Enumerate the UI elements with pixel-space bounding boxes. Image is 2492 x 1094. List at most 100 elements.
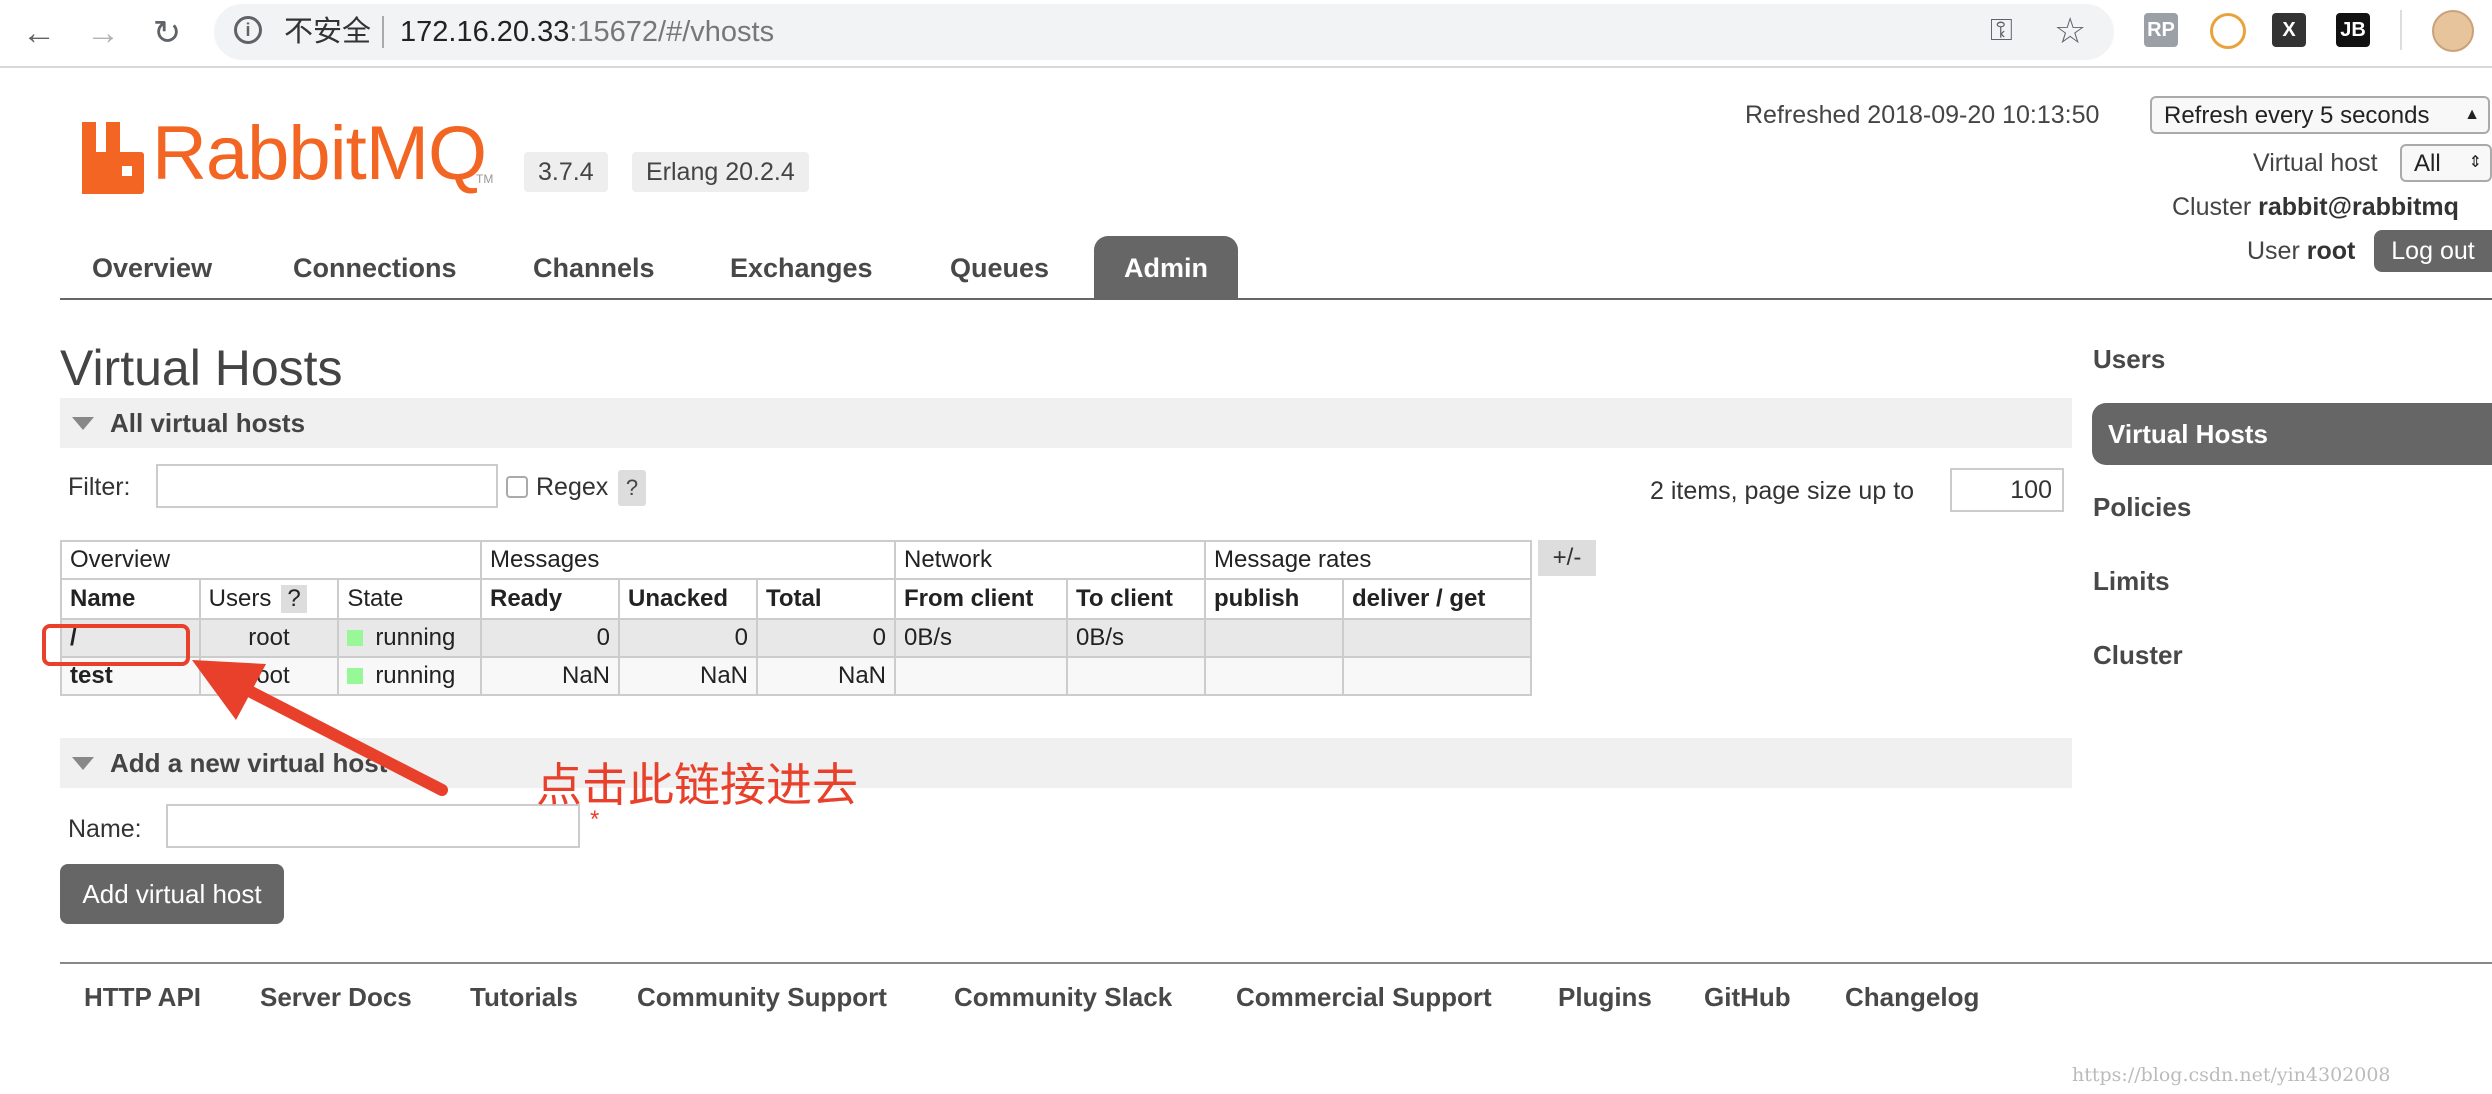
add-virtual-host-button[interactable]: Add virtual host xyxy=(60,864,284,924)
filter-input[interactable] xyxy=(156,464,498,508)
version-badge: 3.7.4 xyxy=(524,152,608,192)
collapse-triangle-icon xyxy=(72,757,94,770)
running-status-icon xyxy=(347,630,364,646)
group-message-rates: Message rates xyxy=(1204,540,1532,580)
sidebar-item-policies[interactable]: Policies xyxy=(2093,492,2191,522)
sidebar-item-label: Virtual Hosts xyxy=(2108,419,2268,449)
footer-divider xyxy=(60,962,2492,964)
group-overview: Overview xyxy=(60,540,482,580)
watermark: https://blog.csdn.net/yin4302008 xyxy=(2072,1064,2391,1086)
avatar[interactable] xyxy=(2432,10,2474,52)
col-publish[interactable]: publish xyxy=(1204,578,1344,620)
cell-from-client: 0B/s xyxy=(894,618,1068,658)
table-group-header: Overview Messages Network Message rates xyxy=(60,540,1532,580)
red-arrow-icon xyxy=(192,660,448,796)
refreshed-label: Refreshed 2018-09-20 10:13:50 xyxy=(1745,101,2100,129)
divider xyxy=(382,16,384,48)
sidebar-item-cluster[interactable]: Cluster xyxy=(2093,640,2183,670)
col-deliver-get[interactable]: deliver / get xyxy=(1342,578,1532,620)
table-column-header: Name Users? State Ready Unacked Total Fr… xyxy=(60,578,1532,620)
all-virtual-hosts-section-header[interactable]: All virtual hosts xyxy=(60,398,2072,448)
cell-from-client xyxy=(894,656,1068,696)
x-extension-icon[interactable]: X xyxy=(2272,13,2306,47)
back-arrow-icon[interactable]: ← xyxy=(14,8,64,58)
cell-unacked: 0 xyxy=(618,618,758,658)
erlang-badge: Erlang 20.2.4 xyxy=(632,152,809,192)
cell-to-client xyxy=(1066,656,1206,696)
url-text[interactable]: 172.16.20.33:15672/#/vhosts xyxy=(400,16,774,48)
cell-deliver-get xyxy=(1342,618,1532,658)
users-help-button[interactable]: ? xyxy=(281,585,307,613)
footer-link-tutorials[interactable]: Tutorials xyxy=(470,982,578,1012)
virtual-host-select[interactable]: All ⇕ xyxy=(2400,144,2492,182)
tab-admin[interactable]: Admin xyxy=(1094,236,1238,298)
group-messages: Messages xyxy=(480,540,896,580)
tab-divider xyxy=(60,298,2492,300)
user-info: User root xyxy=(2247,237,2356,265)
select-arrows-icon: ▲ xyxy=(2464,106,2480,123)
jb-extension-icon[interactable]: JB xyxy=(2336,13,2370,47)
address-bar[interactable]: i 不安全 172.16.20.33:15672/#/vhosts ⚿ ☆ xyxy=(214,4,2114,60)
tab-queues[interactable]: Queues xyxy=(920,236,1079,298)
regex-help-button[interactable]: ? xyxy=(618,470,646,506)
logo-text: RabbitMQ xyxy=(152,111,487,196)
rabbit-logo-icon xyxy=(82,122,144,194)
key-icon[interactable]: ⚿ xyxy=(1990,14,2013,48)
regex-checkbox[interactable] xyxy=(506,476,528,498)
items-count-label: 2 items, page size up to xyxy=(1650,477,1915,505)
tab-connections[interactable]: Connections xyxy=(263,236,487,298)
col-from-client[interactable]: From client xyxy=(894,578,1068,620)
col-name[interactable]: Name xyxy=(60,578,201,620)
rp-extension-icon[interactable]: RP xyxy=(2144,13,2178,47)
tab-channels[interactable]: Channels xyxy=(503,236,685,298)
refresh-select[interactable]: Refresh every 5 seconds ▲ xyxy=(2150,96,2490,134)
cell-publish xyxy=(1204,618,1344,658)
color-wheel-extension-icon[interactable] xyxy=(2210,13,2246,49)
col-total[interactable]: Total xyxy=(756,578,896,620)
footer-link-github[interactable]: GitHub xyxy=(1704,982,1791,1012)
divider xyxy=(2400,10,2402,50)
filter-label: Filter: xyxy=(68,473,131,501)
footer-link-changelog[interactable]: Changelog xyxy=(1845,982,1979,1012)
logo-trademark: TM xyxy=(476,172,494,186)
col-users[interactable]: Users? xyxy=(198,578,340,620)
footer-link-plugins[interactable]: Plugins xyxy=(1558,982,1652,1012)
sidebar-item-limits[interactable]: Limits xyxy=(2093,566,2170,596)
info-icon[interactable]: i xyxy=(234,16,262,44)
page-size-input[interactable]: 100 xyxy=(1950,468,2064,512)
col-ready[interactable]: Ready xyxy=(480,578,620,620)
security-label: 不安全 xyxy=(284,16,372,48)
col-to-client[interactable]: To client xyxy=(1066,578,1206,620)
tab-overview[interactable]: Overview xyxy=(62,236,242,298)
sidebar-item-users[interactable]: Users xyxy=(2093,344,2165,374)
cell-ready: NaN xyxy=(480,656,620,696)
tab-exchanges[interactable]: Exchanges xyxy=(700,236,903,298)
footer-link-commercial-support[interactable]: Commercial Support xyxy=(1236,982,1492,1012)
logout-button[interactable]: Log out xyxy=(2374,230,2492,272)
star-bookmark-icon[interactable]: ☆ xyxy=(2054,10,2086,52)
cell-deliver-get xyxy=(1342,656,1532,696)
col-unacked[interactable]: Unacked xyxy=(618,578,758,620)
footer-link-http-api[interactable]: HTTP API xyxy=(84,982,201,1012)
forward-arrow-icon[interactable]: → xyxy=(78,8,128,58)
cluster-info: Cluster rabbit@rabbitmq xyxy=(2172,193,2459,221)
column-toggle-button[interactable]: +/- xyxy=(1538,540,1596,576)
vhost-name-input[interactable] xyxy=(166,804,580,848)
highlight-box xyxy=(42,624,190,666)
sidebar-item-virtual-hosts[interactable]: Virtual Hosts xyxy=(2092,403,2492,465)
select-arrows-icon: ⇕ xyxy=(2468,154,2482,171)
footer-link-community-support[interactable]: Community Support xyxy=(637,982,887,1012)
browser-toolbar: ← → ↻ i 不安全 172.16.20.33:15672/#/vhosts … xyxy=(0,0,2492,68)
collapse-triangle-icon xyxy=(72,417,94,430)
cell-total: NaN xyxy=(756,656,896,696)
section-title: All virtual hosts xyxy=(110,408,306,438)
page-title: Virtual Hosts xyxy=(60,340,343,396)
cell-unacked: NaN xyxy=(618,656,758,696)
col-state[interactable]: State xyxy=(337,578,482,620)
cell-publish xyxy=(1204,656,1344,696)
annotation-text: 点击此链接进去 xyxy=(536,758,858,812)
footer-link-community-slack[interactable]: Community Slack xyxy=(954,982,1172,1012)
reload-icon[interactable]: ↻ xyxy=(142,8,192,58)
footer-link-server-docs[interactable]: Server Docs xyxy=(260,982,412,1012)
name-label: Name: xyxy=(68,815,142,843)
